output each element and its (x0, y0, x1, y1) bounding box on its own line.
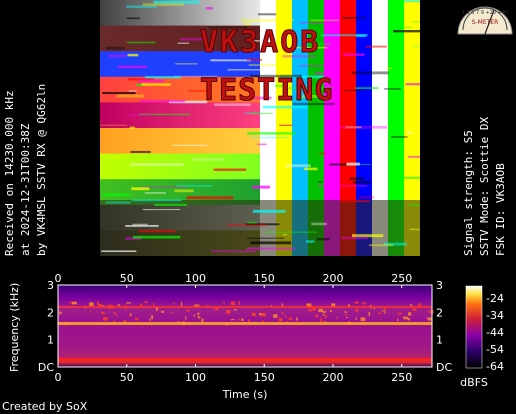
x-axis-label: Time (s) (222, 388, 268, 401)
x-tick-label-top: 150 (254, 272, 275, 285)
x-tick-label: 100 (185, 371, 206, 384)
y-tick-label: DC (38, 361, 54, 374)
spectrogram-chart: Frequency (kHz) Time (s) 0 0 50 50 100 100 150… (8, 272, 504, 401)
y-tick-label-right: 2 (436, 306, 443, 319)
y-tick-label: 1 (47, 334, 54, 347)
x-tick-label: 50 (120, 371, 134, 384)
x-tick-label-top: 0 (55, 272, 62, 285)
x-tick-label-top: 100 (185, 272, 206, 285)
x-tick-label: 150 (254, 371, 275, 384)
x-tick-label-top: 250 (391, 272, 412, 285)
x-tick-label: 200 (323, 371, 344, 384)
y-tick-label-right: 1 (436, 334, 443, 347)
x-tick-label-top: 50 (120, 272, 134, 285)
y-tick-label: 3 (47, 279, 54, 292)
y-tick-label-right: DC (436, 361, 452, 374)
colorbar-unit-label: dBFS (460, 376, 488, 389)
y-axis-label: Frequency (kHz) (8, 283, 21, 372)
colorbar-tick-label: -24 (486, 292, 504, 305)
x-tick-label: 250 (391, 371, 412, 384)
colorbar (465, 285, 483, 369)
x-tick-label-top: 200 (323, 272, 344, 285)
credit-text: Created by SoX (2, 400, 88, 413)
x-tick-label: 0 (55, 371, 62, 384)
colorbar-tick-label: -44 (486, 326, 504, 339)
colorbar-tick-label: -64 (486, 360, 504, 373)
y-tick-label-right: 3 (436, 279, 443, 292)
y-tick-label: 2 (47, 306, 54, 319)
colorbar-tick-label: -34 (486, 309, 504, 322)
colorbar-tick-label: -54 (486, 343, 504, 356)
